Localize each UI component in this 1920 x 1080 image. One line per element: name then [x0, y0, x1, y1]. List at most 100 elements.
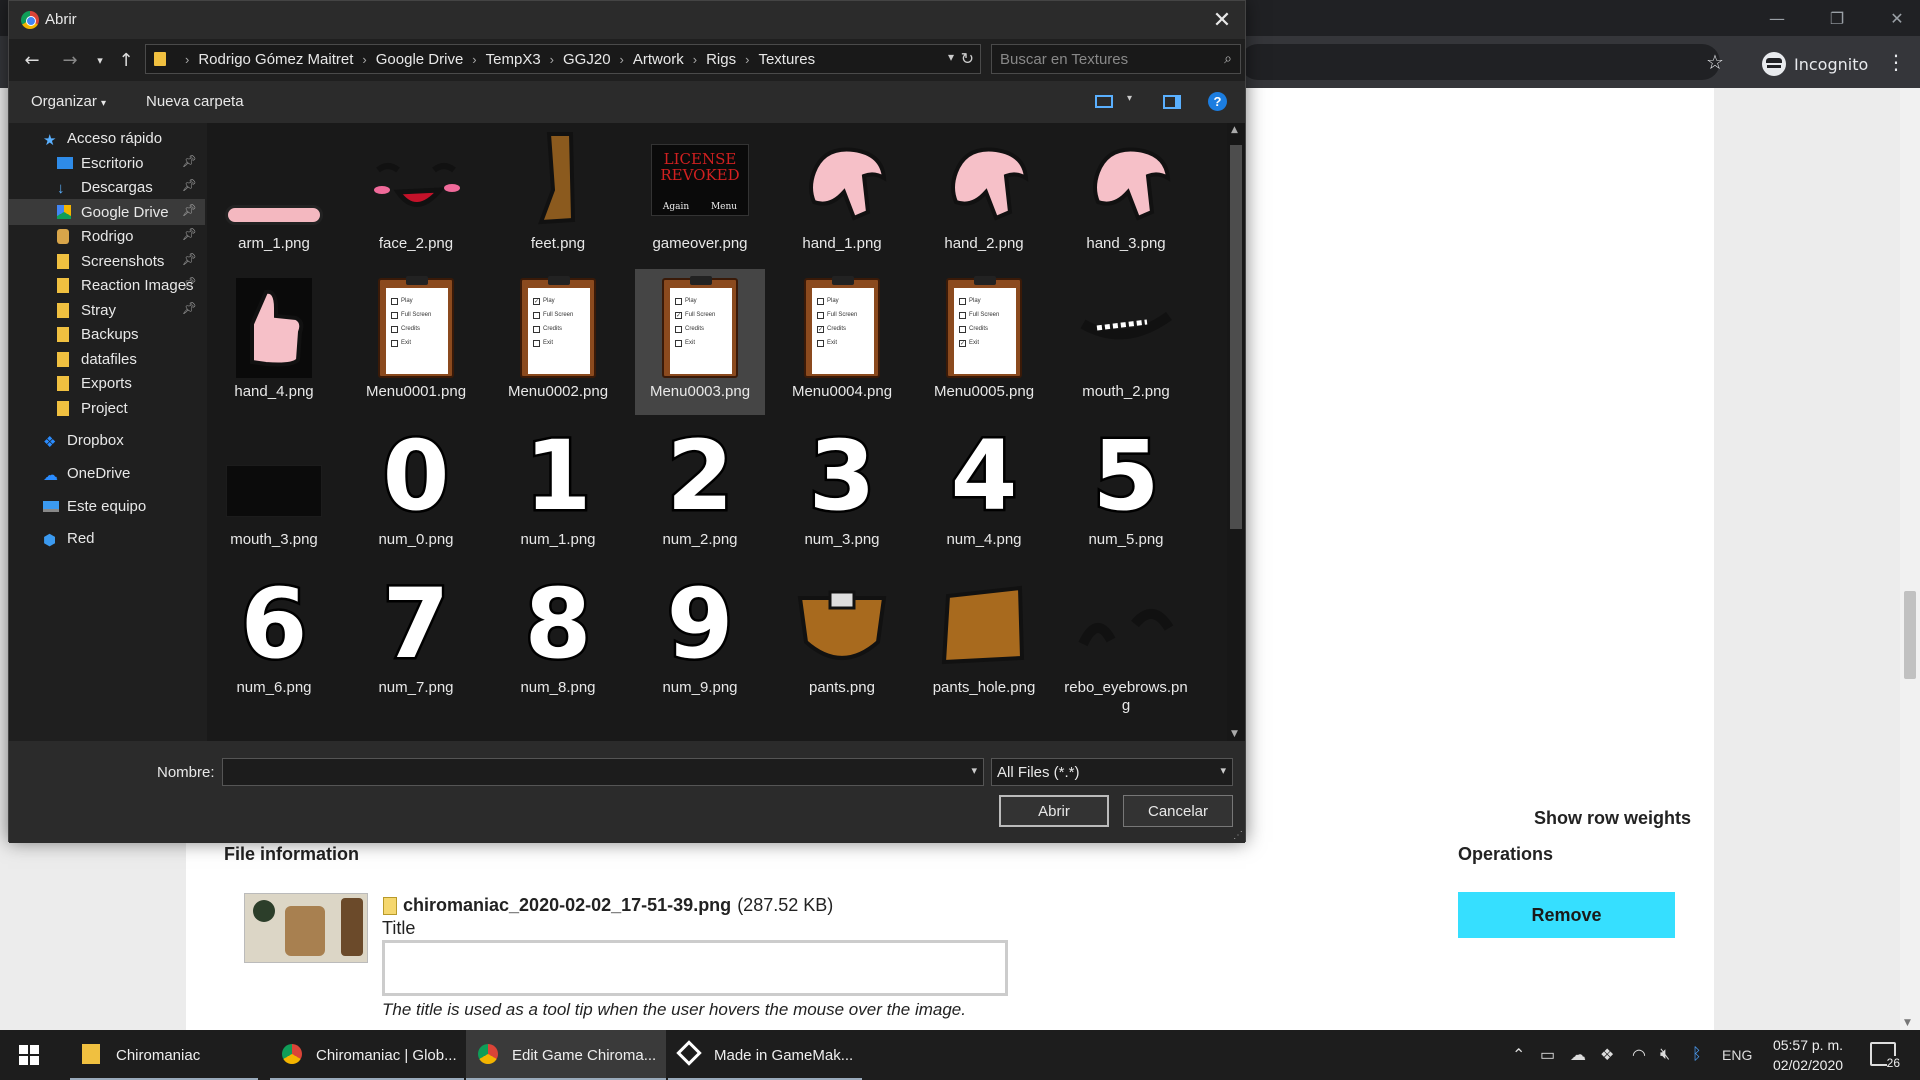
breadcrumb-separator-icon[interactable]: ›: [362, 52, 366, 67]
breadcrumb-separator-icon[interactable]: ›: [620, 52, 624, 67]
help-icon[interactable]: ?: [1208, 92, 1227, 111]
file-item[interactable]: hand_2.png: [919, 123, 1049, 267]
sidebar-item[interactable]: ☁ OneDrive: [9, 460, 205, 486]
minimize-icon[interactable]: —: [1754, 0, 1800, 36]
sidebar-item[interactable]: Escritorio 📌︎: [9, 150, 205, 176]
view-options-chevron-icon[interactable]: ▾: [1127, 93, 1132, 104]
back-arrow-icon[interactable]: ←: [21, 47, 43, 73]
cancel-button[interactable]: Cancelar: [1123, 795, 1233, 827]
wifi-icon[interactable]: ◠: [1632, 1030, 1646, 1080]
resize-grip-icon[interactable]: ⋰: [1233, 830, 1243, 841]
taskbar-item[interactable]: Made in GameMak...: [668, 1030, 862, 1080]
breadcrumb-separator-icon[interactable]: ›: [472, 52, 476, 67]
file-item[interactable]: 7 num_7.png: [351, 565, 481, 711]
file-item[interactable]: Play Full Screen Credits Exit Menu0001.pn…: [351, 269, 481, 415]
scroll-down-icon[interactable]: ▼: [1904, 1018, 1911, 1028]
windows-start-icon[interactable]: [0, 1030, 58, 1080]
file-item[interactable]: rebo_eyebrows.png: [1061, 565, 1191, 714]
search-input[interactable]: [992, 45, 1192, 73]
address-bar[interactable]: › Rodrigo Gómez Maitret › Google Drive › Temp…: [145, 44, 981, 74]
file-item[interactable]: mouth_3.png: [209, 417, 339, 563]
volume-muted-icon[interactable]: 🔇︎: [1660, 1030, 1670, 1080]
remove-button[interactable]: Remove: [1458, 892, 1675, 938]
file-item[interactable]: Play ✓ Full Screen Credits Exit Menu0003.p…: [635, 269, 765, 415]
page-scrollbar[interactable]: ▼: [1900, 88, 1920, 1030]
dropbox-tray-icon[interactable]: ❖: [1600, 1030, 1614, 1080]
sidebar-item[interactable]: Project: [9, 395, 205, 421]
refresh-icon[interactable]: ↻: [961, 49, 974, 69]
sidebar-item[interactable]: Stray 📌︎: [9, 297, 205, 323]
up-arrow-icon[interactable]: ↑: [115, 47, 137, 73]
file-name-field[interactable]: ▾: [222, 758, 984, 786]
restore-icon[interactable]: ❐: [1814, 0, 1860, 36]
recent-locations-chevron-icon[interactable]: ▾: [89, 47, 111, 73]
file-item[interactable]: LICENSE REVOKED Again Menu gameover.png: [635, 123, 765, 267]
page-scrollbar-thumb[interactable]: [1904, 591, 1916, 679]
system-clock[interactable]: 05:57 p. m. 02/02/2020: [1760, 1035, 1856, 1075]
file-item[interactable]: 9 num_9.png: [635, 565, 765, 711]
file-item[interactable]: hand_1.png: [777, 123, 907, 267]
browser-menu-icon[interactable]: ⋮: [1886, 50, 1906, 74]
organize-menu[interactable]: Organizar ▾: [31, 93, 106, 110]
file-item[interactable]: pants.png: [777, 565, 907, 711]
sidebar-item[interactable]: Backups: [9, 321, 205, 347]
close-window-icon[interactable]: ✕: [1874, 0, 1920, 36]
address-dropdown-icon[interactable]: ▾: [948, 50, 954, 64]
file-list-scrollbar-thumb[interactable]: [1230, 145, 1242, 529]
breadcrumb-item[interactable]: Textures: [758, 51, 815, 68]
file-item[interactable]: hand_4.png: [209, 269, 339, 415]
bookmark-star-icon[interactable]: ☆: [1706, 50, 1724, 74]
action-center-icon[interactable]: 26: [1870, 1042, 1900, 1070]
taskbar-item[interactable]: Chiromaniac | Glob...: [270, 1030, 464, 1080]
sidebar-item[interactable]: Este equipo: [9, 493, 205, 519]
taskbar-item[interactable]: Chiromaniac: [70, 1030, 258, 1080]
bluetooth-icon[interactable]: ᛒ: [1692, 1030, 1702, 1080]
scroll-down-icon[interactable]: ▼: [1231, 729, 1238, 739]
file-item[interactable]: 6 num_6.png: [209, 565, 339, 711]
file-item[interactable]: arm_1.png: [209, 123, 339, 267]
sidebar-item[interactable]: datafiles: [9, 346, 205, 372]
sidebar-item[interactable]: Exports: [9, 370, 205, 396]
open-button[interactable]: Abrir: [999, 795, 1109, 827]
new-folder-button[interactable]: Nueva carpeta: [146, 93, 244, 110]
sidebar-item[interactable]: Google Drive 📌︎: [9, 199, 205, 225]
show-hidden-icons-chevron-icon[interactable]: ⌃: [1512, 1030, 1525, 1080]
sidebar-item[interactable]: Reaction Images 📌︎: [9, 272, 205, 298]
preview-pane-icon[interactable]: [1163, 95, 1181, 109]
scroll-up-icon[interactable]: ▲: [1231, 125, 1238, 135]
file-item[interactable]: Play Full Screen ✓ Credits Exit Menu0004.p…: [777, 269, 907, 415]
sidebar-item[interactable]: ↓ Descargas 📌︎: [9, 174, 205, 200]
file-item[interactable]: ✓ Play Full Screen Credits Exit Menu0002.p…: [493, 269, 623, 415]
incognito-indicator[interactable]: Incognito: [1756, 49, 1878, 79]
breadcrumb-separator-icon[interactable]: ›: [550, 52, 554, 67]
breadcrumb-item[interactable]: Rodrigo Gómez Maitret: [198, 51, 353, 68]
file-item[interactable]: pants_hole.png: [919, 565, 1049, 711]
omnibox[interactable]: [1240, 44, 1720, 80]
file-item[interactable]: 4 num_4.png: [919, 417, 1049, 563]
file-list-scrollbar[interactable]: ▲ ▼: [1227, 123, 1245, 741]
breadcrumb-separator-icon[interactable]: ›: [745, 52, 749, 67]
breadcrumb-separator-icon[interactable]: ›: [185, 52, 189, 67]
file-item[interactable]: face_2.png: [351, 123, 481, 267]
sidebar-item[interactable]: Screenshots 📌︎: [9, 248, 205, 274]
file-item[interactable]: Play Full Screen Credits ✓ Exit Menu0005.p…: [919, 269, 1049, 415]
file-item[interactable]: 1 num_1.png: [493, 417, 623, 563]
battery-icon[interactable]: ▭: [1540, 1030, 1555, 1080]
file-item[interactable]: 8 num_8.png: [493, 565, 623, 711]
breadcrumb-item[interactable]: GGJ20: [563, 51, 611, 68]
breadcrumb-item[interactable]: TempX3: [486, 51, 541, 68]
dialog-close-icon[interactable]: ✕: [1199, 1, 1245, 39]
file-item[interactable]: 2 num_2.png: [635, 417, 765, 563]
sidebar-item[interactable]: ❖ Dropbox: [9, 427, 205, 453]
sidebar-item[interactable]: ★ Acceso rápido: [9, 125, 205, 151]
file-item[interactable]: 3 num_3.png: [777, 417, 907, 563]
file-item[interactable]: 5 num_5.png: [1061, 417, 1191, 563]
sidebar-item[interactable]: ⬢ Red: [9, 525, 205, 551]
file-name-history-chevron-icon[interactable]: ▾: [971, 764, 977, 777]
change-view-icon[interactable]: [1095, 95, 1113, 108]
file-item[interactable]: feet.png: [493, 123, 623, 267]
breadcrumb-item[interactable]: Google Drive: [376, 51, 464, 68]
search-box[interactable]: ⌕: [991, 44, 1241, 74]
file-type-select[interactable]: All Files (*.*) ▾: [991, 758, 1233, 786]
breadcrumb-item[interactable]: Rigs: [706, 51, 736, 68]
